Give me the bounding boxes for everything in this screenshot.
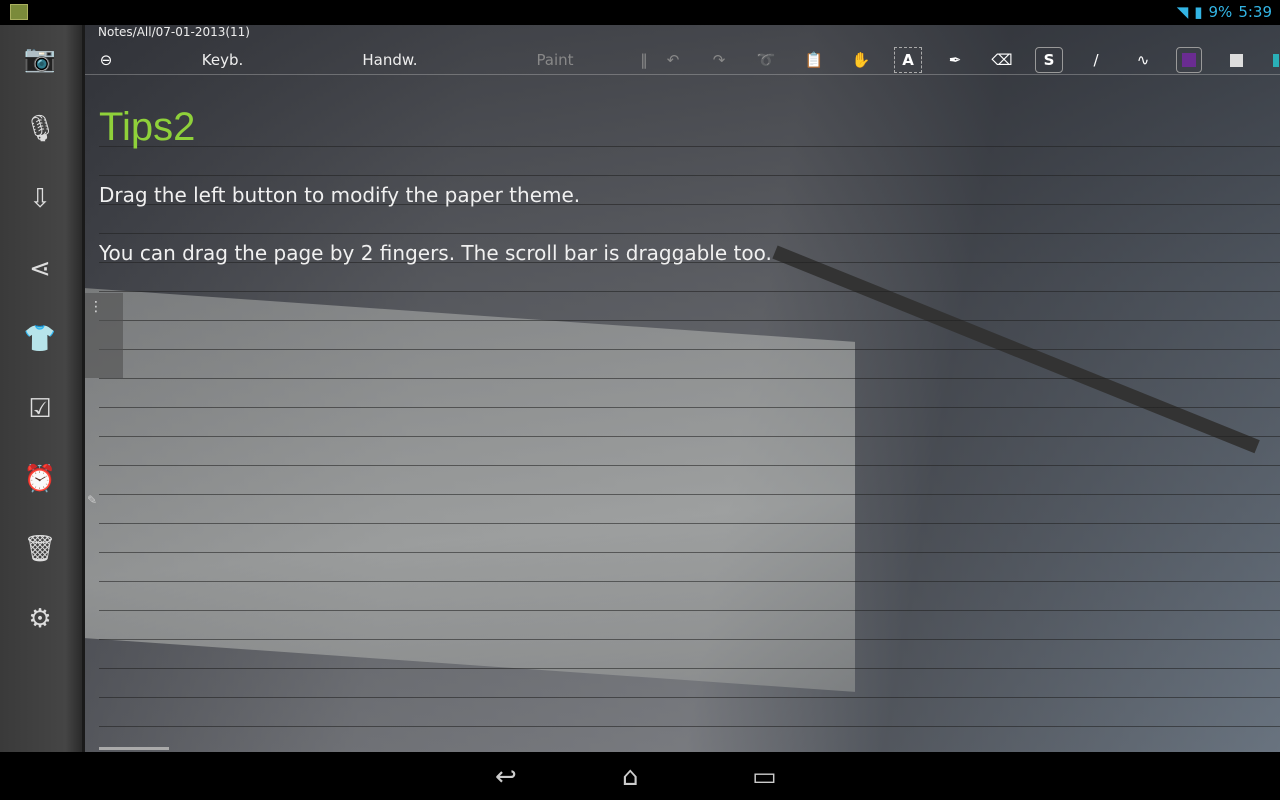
- color-purple-button[interactable]: [1176, 47, 1202, 73]
- note-title[interactable]: Tips2: [99, 105, 195, 150]
- clock: 5:39: [1238, 3, 1272, 21]
- stroke-style-icon[interactable]: S: [1035, 47, 1063, 73]
- settings-icon[interactable]: ⚙: [22, 601, 58, 637]
- battery-charging-icon: ▮: [1194, 3, 1203, 21]
- app-notification-icon: [10, 4, 28, 20]
- scribble-icon[interactable]: ∿: [1129, 47, 1157, 73]
- separator: ‖: [640, 51, 648, 69]
- tab-paint[interactable]: Paint: [520, 47, 590, 73]
- color-swatch: [1229, 53, 1243, 67]
- camera-icon[interactable]: 📷: [22, 41, 58, 77]
- checklist-icon[interactable]: ☑: [22, 391, 58, 427]
- horizontal-scrollbar[interactable]: [99, 747, 169, 750]
- import-icon[interactable]: ⇩: [22, 181, 58, 217]
- color-swatch: [1273, 53, 1279, 67]
- microphone-icon[interactable]: 🎙: [22, 111, 58, 147]
- note-canvas[interactable]: Notes/All/07-01-2013(11) ⊖ Keyb. Handw. …: [85, 25, 1280, 752]
- eraser-icon[interactable]: ⌫: [988, 47, 1016, 73]
- redo-icon[interactable]: ↷: [705, 47, 733, 73]
- nav-recents-icon[interactable]: ▭: [752, 762, 777, 792]
- wifi-icon: ◥: [1176, 3, 1189, 21]
- tab-keyboard[interactable]: Keyb.: [185, 47, 260, 73]
- brush-icon[interactable]: /: [1082, 47, 1110, 73]
- sidebar: 📷 🎙 ⇩ ⋖ 👕 ☑ ⏰ 🗑 ⚙: [0, 25, 85, 752]
- nav-back-icon[interactable]: ↩: [495, 762, 517, 792]
- text-tool-icon[interactable]: A: [894, 47, 922, 73]
- alarm-icon[interactable]: ⏰: [22, 461, 58, 497]
- color-white-button[interactable]: [1223, 47, 1249, 73]
- paper-lines: [99, 118, 1280, 752]
- note-line[interactable]: Drag the left button to modify the paper…: [99, 183, 580, 207]
- undo-icon[interactable]: ↶: [659, 47, 687, 73]
- navigation-bar: ↩ ⌂ ▭: [0, 752, 1280, 800]
- color-swatch: [1182, 53, 1196, 67]
- drag-dots-icon: ⋮: [89, 299, 103, 315]
- pen-marker-icon: ✎: [87, 493, 98, 507]
- paper-theme-drag-handle[interactable]: ⋮: [85, 293, 123, 378]
- color-teal-button[interactable]: [1272, 47, 1280, 73]
- lasso-icon[interactable]: ➰: [752, 47, 780, 73]
- battery-level: 9%: [1208, 3, 1233, 21]
- status-bar: ◥ ▮ 9% 5:39: [0, 0, 1280, 25]
- hand-icon[interactable]: ✋: [847, 47, 875, 73]
- paste-icon[interactable]: 📋: [800, 47, 828, 73]
- note-line[interactable]: You can drag the page by 2 fingers. The …: [99, 241, 772, 265]
- breadcrumb: Notes/All/07-01-2013(11): [98, 25, 250, 39]
- share-icon[interactable]: ⋖: [22, 251, 58, 287]
- tab-handwriting[interactable]: Handw.: [350, 47, 430, 73]
- nav-home-icon[interactable]: ⌂: [622, 762, 639, 792]
- trash-icon[interactable]: 🗑: [22, 531, 58, 567]
- pen-icon[interactable]: ✒: [941, 47, 969, 73]
- toolbar: ⊖ Keyb. Handw. Paint ‖ ↶ ↷ ➰ 📋 ✋ A ✒ ⌫ S…: [85, 47, 1280, 75]
- back-icon[interactable]: ⊖: [92, 47, 120, 73]
- theme-shirt-icon[interactable]: 👕: [22, 321, 58, 357]
